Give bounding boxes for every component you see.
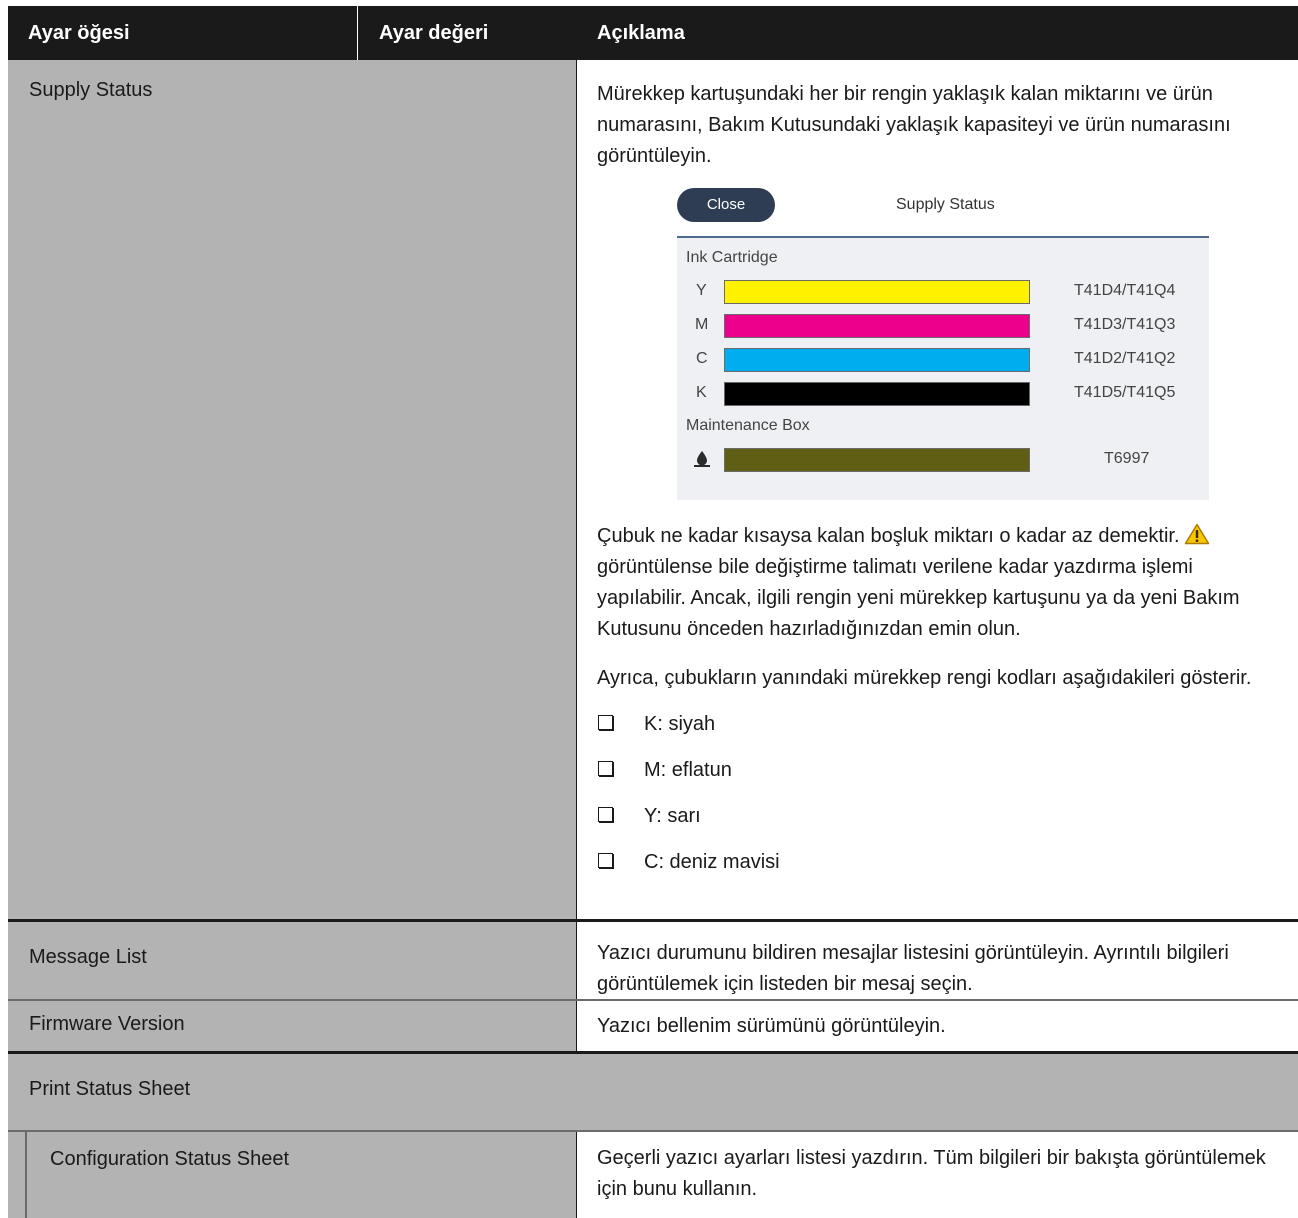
row-message-list: Message List Yazıcı durumunu bildiren me… — [8, 922, 1298, 999]
maintenance-box-heading: Maintenance Box — [686, 417, 810, 434]
checkbox-bullet-icon — [598, 761, 614, 777]
firmware-version-label-cell: Firmware Version — [8, 1001, 576, 1051]
supply-status-intro: Mürekkep kartuşundaki her bir rengin yak… — [597, 83, 1231, 167]
maintenance-box-bar — [724, 448, 1030, 472]
header-description: Açıklama — [597, 22, 685, 44]
ink-letter-m: M — [695, 316, 709, 333]
configuration-status-sheet-label: Configuration Status Sheet — [50, 1148, 290, 1170]
ink-letter-k: K — [696, 384, 707, 401]
message-list-label: Message List — [29, 946, 147, 968]
list-item: K: siyah — [597, 710, 1279, 756]
configuration-status-sheet-description-cell: Geçerli yazıcı ayarları listesi yazdırın… — [576, 1132, 1298, 1218]
list-item: C: deniz mavisi — [597, 848, 1279, 894]
bar-explanation-text: Çubuk ne kadar kısaysa kalan boşluk mikt… — [597, 525, 1180, 547]
screen-top-bar: Close Supply Status — [677, 188, 1209, 238]
firmware-version-description: Yazıcı bellenim sürümünü görüntüleyin. — [597, 1015, 946, 1037]
maintenance-box-code: T6997 — [1104, 450, 1150, 467]
header-setting-value: Ayar değeri — [379, 22, 489, 44]
message-list-description: Yazıcı durumunu bildiren mesajlar listes… — [597, 942, 1229, 995]
supply-status-description-cell: Mürekkep kartuşundaki her bir rengin yak… — [576, 60, 1298, 919]
ink-letter-c: C — [696, 350, 708, 367]
row-firmware-version: Firmware Version Yazıcı bellenim sürümün… — [8, 1001, 1298, 1051]
warning-icon — [1184, 523, 1210, 545]
supply-status-screen: Close Supply Status Ink Cartridge Y T41D… — [677, 188, 1209, 500]
supply-status-label: Supply Status — [29, 79, 153, 101]
firmware-version-label: Firmware Version — [29, 1013, 185, 1035]
table-header: Ayar öğesi Ayar değeri Açıklama — [8, 6, 1298, 60]
ink-code-magenta: T41D3/T41Q3 — [1074, 316, 1176, 333]
indent-rule — [25, 1132, 27, 1218]
screen-title: Supply Status — [896, 196, 995, 213]
print-status-sheet-label: Print Status Sheet — [29, 1078, 191, 1100]
message-list-description-cell: Yazıcı durumunu bildiren mesajlar listes… — [576, 922, 1298, 999]
checkbox-bullet-icon — [598, 807, 614, 823]
checkbox-bullet-icon — [598, 853, 614, 869]
bar-explanation-paragraph: Çubuk ne kadar kısaysa kalan boşluk mikt… — [597, 521, 1279, 645]
ink-bar-cyan — [724, 348, 1030, 372]
row-configuration-status-sheet: Configuration Status Sheet Geçerli yazıc… — [8, 1132, 1298, 1218]
row-print-status-sheet: Print Status Sheet — [8, 1054, 1298, 1130]
ink-code-cyan: T41D2/T41Q2 — [1074, 350, 1176, 367]
screen-body: Ink Cartridge Y T41D4/T41Q4 M T41D3/T41Q… — [677, 238, 1209, 500]
ink-bar-yellow — [724, 280, 1030, 304]
list-item: M: eflatun — [597, 756, 1279, 802]
maintenance-box-icon — [693, 450, 711, 468]
row-supply-status: Supply Status Mürekkep kartuşundaki her … — [8, 60, 1298, 919]
color-codes-paragraph: Ayrıca, çubukların yanındaki mürekkep re… — [597, 667, 1252, 689]
color-codes-list: K: siyah M: eflatun Y: sarı C: deniz mav… — [597, 710, 1279, 894]
header-setting-item: Ayar öğesi — [8, 6, 358, 60]
ink-code-black: T41D5/T41Q5 — [1074, 384, 1176, 401]
firmware-version-description-cell: Yazıcı bellenim sürümünü görüntüleyin. — [576, 1001, 1298, 1051]
ink-letter-y: Y — [696, 282, 707, 299]
configuration-status-sheet-description: Geçerli yazıcı ayarları listesi yazdırın… — [597, 1147, 1266, 1200]
settings-table: Ayar öğesi Ayar değeri Açıklama Supply S… — [8, 0, 1298, 1218]
close-button[interactable]: Close — [677, 188, 775, 222]
ink-code-yellow: T41D4/T41Q4 — [1074, 282, 1176, 299]
ink-bar-black — [724, 382, 1030, 406]
supply-status-details: Çubuk ne kadar kısaysa kalan boşluk mikt… — [597, 521, 1279, 894]
ink-cartridge-heading: Ink Cartridge — [686, 249, 778, 266]
list-item: Y: sarı — [597, 802, 1279, 848]
supply-status-label-cell: Supply Status — [8, 60, 576, 919]
ink-bar-magenta — [724, 314, 1030, 338]
message-list-label-cell: Message List — [8, 922, 576, 999]
checkbox-bullet-icon — [598, 715, 614, 731]
replacement-instruction-text: görüntülense bile değiştirme talimatı ve… — [597, 556, 1240, 640]
configuration-status-sheet-label-cell: Configuration Status Sheet — [8, 1132, 576, 1218]
